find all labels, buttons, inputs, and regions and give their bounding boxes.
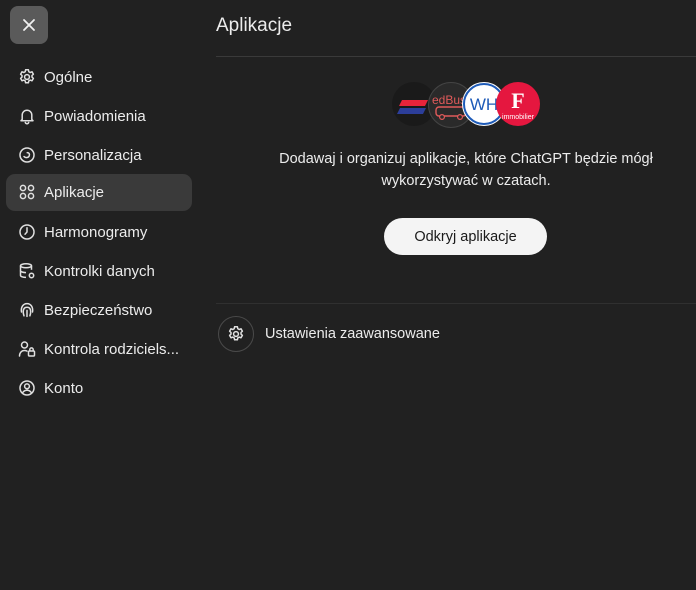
gear-icon xyxy=(19,69,35,84)
discover-apps-button[interactable]: Odkryj aplikacje xyxy=(384,218,547,255)
sidebar-item-label: Harmonogramy xyxy=(44,224,148,241)
description-line: wykorzystywać w czatach. xyxy=(381,173,551,189)
fingerprint-icon xyxy=(20,302,34,318)
clock-icon xyxy=(19,224,35,240)
close-button[interactable] xyxy=(10,6,48,44)
close-icon xyxy=(23,19,35,31)
sidebar-item-account[interactable]: Konto xyxy=(6,370,192,407)
sidebar-item-general[interactable]: Ogólne xyxy=(6,59,192,96)
account-icon xyxy=(19,380,35,396)
sidebar-item-label: Kontrolki danych xyxy=(44,263,155,280)
app-logos-row: edBus WH F immobilier xyxy=(392,82,542,128)
database-icon xyxy=(19,263,35,279)
wh-logo-text: WH xyxy=(470,95,498,114)
immobilier-logo-subtext: immobilier xyxy=(502,114,535,121)
advanced-settings-icon-wrap xyxy=(218,316,254,352)
description-line: Dodawaj i organizuj aplikacje, które Cha… xyxy=(279,151,653,167)
redbus-logo-text: edBus xyxy=(432,93,466,107)
sidebar-item-parental-controls[interactable]: Kontrola rodziciels... xyxy=(6,331,192,368)
sidebar-item-apps[interactable]: Aplikacje xyxy=(6,174,192,211)
sidebar-item-security[interactable]: Bezpieczeństwo xyxy=(6,292,192,329)
sidebar-item-personalization[interactable]: Personalizacja xyxy=(6,137,192,174)
sidebar-item-label: Aplikacje xyxy=(44,184,105,201)
sidebar-item-schedules[interactable]: Harmonogramy xyxy=(6,214,192,251)
sidebar-item-label: Personalizacja xyxy=(44,147,142,164)
sidebar-item-data-controls[interactable]: Kontrolki danych xyxy=(6,253,192,290)
parental-lock-icon xyxy=(18,341,36,357)
divider xyxy=(216,56,696,57)
bell-icon xyxy=(20,109,34,125)
divider xyxy=(216,303,696,304)
sidebar-item-label: Ogólne xyxy=(44,69,93,86)
gear-icon xyxy=(228,326,244,341)
sidebar-item-label: Konto xyxy=(44,380,84,397)
advanced-settings-row[interactable]: Ustawienia zaawansowane xyxy=(218,316,688,352)
personalization-icon xyxy=(19,147,35,163)
apps-description: Dodawaj i organizuj aplikacje, które Cha… xyxy=(216,148,696,192)
sidebar-item-notifications[interactable]: Powiadomienia xyxy=(6,98,192,135)
apps-settings-panel: Aplikacje edBus WH F immobilier Dodawaj … xyxy=(216,0,696,590)
immobilier-logo-letter: F xyxy=(511,88,524,113)
sidebar-item-label: Kontrola rodziciels... xyxy=(44,341,180,358)
sidebar-item-label: Bezpieczeństwo xyxy=(44,302,153,319)
advanced-settings-label: Ustawienia zaawansowane xyxy=(265,326,440,342)
page-title: Aplikacje xyxy=(216,15,293,36)
immobilier-logo-icon: F immobilier xyxy=(496,82,540,126)
apps-grid-icon xyxy=(19,184,35,200)
sidebar-item-label: Powiadomienia xyxy=(44,108,146,125)
